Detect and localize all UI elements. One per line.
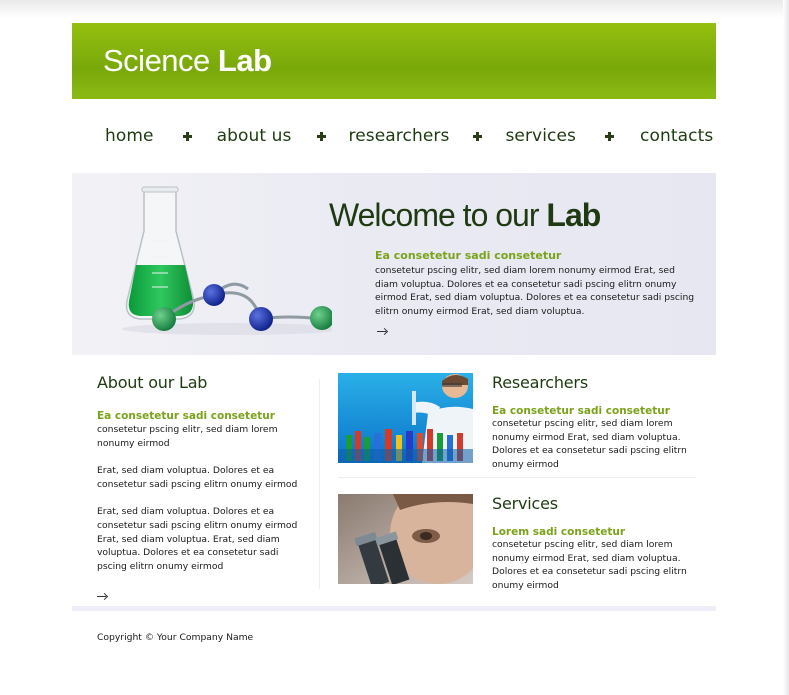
researchers-text: consetetur pscing elitr, sed diam lorem … xyxy=(492,418,687,470)
about-paragraph-3: Erat, sed diam voluptua. Dolores et ea c… xyxy=(97,506,298,572)
site-header: Science Lab xyxy=(72,23,716,99)
hero-title-light: Welcome to our xyxy=(329,197,547,233)
researchers-subtitle: Ea consetetur sadi consetetur xyxy=(492,405,670,417)
researchers-image xyxy=(338,373,473,463)
footer-divider xyxy=(72,606,716,611)
nav-item-home[interactable]: home xyxy=(105,126,154,146)
researchers-text-block: Researchers Ea consetetur sadi consetetu… xyxy=(492,373,702,471)
services-text: consetetur pscing elitr, sed diam lorem … xyxy=(492,539,687,591)
card-divider xyxy=(338,477,696,478)
copyright-text: Copyright © Your Company Name xyxy=(97,632,254,643)
nav-item-about-us[interactable]: about us xyxy=(217,126,292,146)
hero-subtitle: Ea consetetur sadi consetetur xyxy=(375,249,562,262)
about-section: About our Lab Ea consetetur sadi consete… xyxy=(97,373,302,604)
logo-text-bold: Lab xyxy=(217,43,272,78)
nav-separator-icon xyxy=(316,131,326,141)
hero-title: Welcome to our Lab xyxy=(329,197,601,234)
page-container: Science Lab home about us researchers se… xyxy=(72,23,716,666)
researchers-title: Researchers xyxy=(492,373,588,392)
arrow-right-icon[interactable] xyxy=(377,328,388,335)
logo-text-light: Science xyxy=(103,43,210,78)
site-footer: Copyright © Your Company Name xyxy=(72,606,716,666)
microscope-image xyxy=(338,494,473,584)
nav-item-services[interactable]: services xyxy=(505,126,576,146)
hero-banner: Welcome to our Lab Ea consetetur sadi co… xyxy=(72,173,716,355)
arrow-right-icon[interactable] xyxy=(97,593,108,600)
page-edge-shadow xyxy=(783,0,789,695)
services-text-block: Services Lorem sadi consetetur consetetu… xyxy=(492,494,702,592)
about-paragraph-1: consetetur pscing elitr, sed diam lorem … xyxy=(97,424,278,449)
site-logo[interactable]: Science Lab xyxy=(103,43,272,79)
main-nav: home about us researchers services conta… xyxy=(72,99,716,173)
flask-molecule-image xyxy=(122,186,332,335)
column-divider xyxy=(319,379,320,589)
about-paragraph-2: Erat, sed diam voluptua. Dolores et ea c… xyxy=(97,465,298,490)
main-content: About our Lab Ea consetetur sadi consete… xyxy=(72,355,716,606)
nav-separator-icon xyxy=(473,131,483,141)
nav-separator-icon xyxy=(182,131,192,141)
services-title: Services xyxy=(492,494,558,513)
nav-item-contacts[interactable]: contacts xyxy=(640,126,713,146)
about-subtitle: Ea consetetur sadi consetetur xyxy=(97,410,275,422)
nav-separator-icon xyxy=(605,131,615,141)
about-title: About our Lab xyxy=(97,373,208,392)
services-subtitle: Lorem sadi consetetur xyxy=(492,526,626,538)
nav-item-researchers[interactable]: researchers xyxy=(349,126,450,146)
hero-text: consetetur pscing elitr, sed diam lorem … xyxy=(375,265,695,317)
hero-title-bold: Lab xyxy=(546,197,601,233)
